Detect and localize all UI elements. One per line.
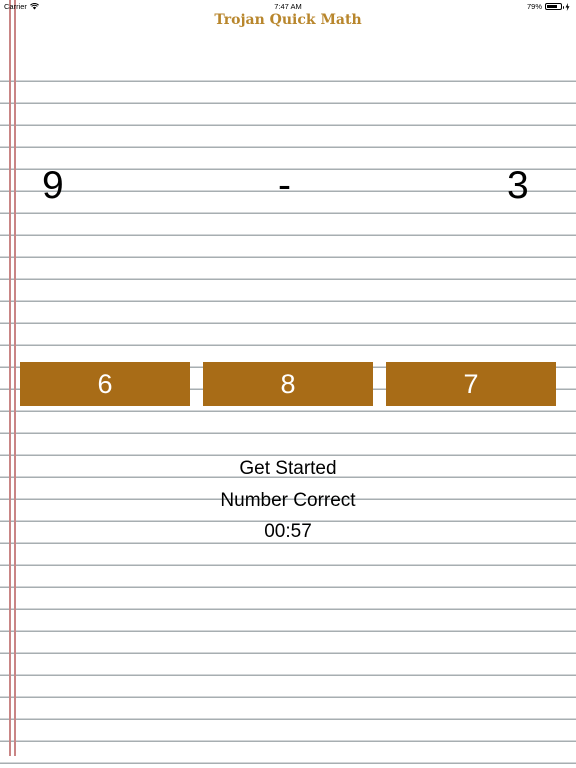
battery-level-fill xyxy=(547,5,558,8)
answer-button-2[interactable]: 8 xyxy=(203,362,373,406)
answer-choices: 6 8 7 xyxy=(20,362,556,406)
get-started-label: Get Started xyxy=(239,458,337,479)
margin-line xyxy=(9,0,11,756)
right-operand: 3 xyxy=(507,164,529,207)
left-operand: 9 xyxy=(42,164,64,207)
clock: 7:47 AM xyxy=(274,2,302,11)
answer-button-1[interactable]: 6 xyxy=(20,362,190,406)
countdown-timer: 00:57 xyxy=(264,521,312,542)
margin-line xyxy=(14,0,16,756)
app-title: Trojan Quick Math xyxy=(214,12,362,28)
charging-icon xyxy=(565,2,570,11)
status-bar: Carrier 7:47 AM 79% xyxy=(0,0,576,12)
status-right: 79% xyxy=(527,2,570,11)
operator-symbol: - xyxy=(278,164,291,207)
battery-icon xyxy=(545,3,564,10)
number-correct-label: Number Correct xyxy=(220,490,356,511)
battery-percent: 79% xyxy=(526,2,542,11)
answer-button-3[interactable]: 7 xyxy=(386,362,556,406)
